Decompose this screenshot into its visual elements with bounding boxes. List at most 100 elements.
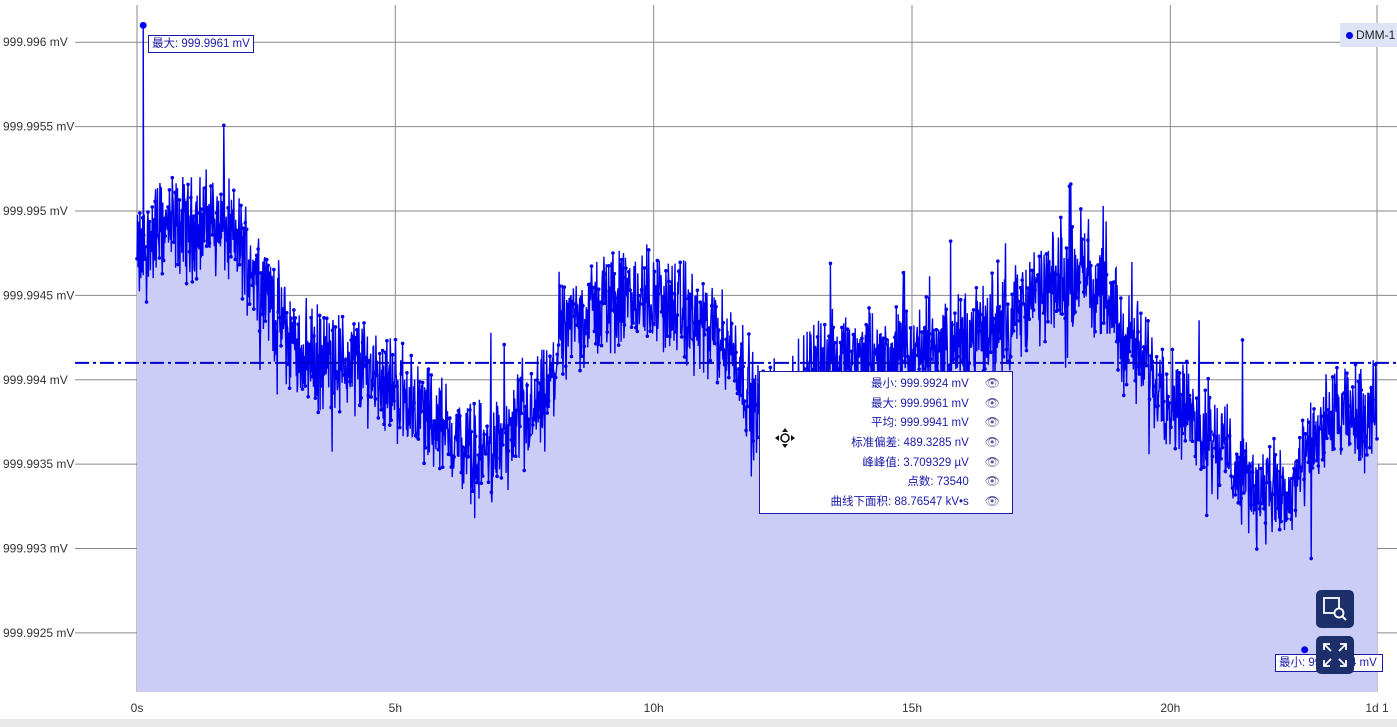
data-point — [329, 405, 333, 410]
eye-icon[interactable]: 👁 — [985, 435, 1000, 449]
data-point — [296, 322, 301, 326]
data-point — [990, 271, 994, 275]
data-point — [506, 449, 511, 453]
eye-icon[interactable]: 👁 — [985, 396, 1000, 410]
data-point — [1028, 301, 1033, 305]
data-point — [136, 221, 141, 226]
data-point — [203, 186, 207, 190]
data-point — [1096, 263, 1100, 267]
data-point — [376, 416, 381, 420]
data-point — [1302, 477, 1306, 482]
data-point — [582, 344, 587, 349]
data-point — [177, 198, 182, 202]
data-point — [303, 384, 308, 388]
data-point — [166, 205, 170, 209]
data-point — [140, 216, 145, 220]
data-point — [739, 342, 744, 346]
data-point — [669, 327, 674, 331]
data-point — [548, 354, 552, 359]
data-point — [615, 304, 620, 308]
data-point — [409, 353, 414, 358]
statistics-panel[interactable]: 最小: 999.9924 mV 👁 最大: 999.9961 mV 👁 平均: … — [759, 371, 1013, 514]
data-point — [1224, 436, 1229, 441]
eye-icon[interactable]: 👁 — [985, 474, 1000, 488]
data-point — [396, 407, 401, 412]
data-point — [389, 418, 394, 422]
data-point — [211, 220, 216, 225]
data-point — [928, 357, 933, 361]
data-point — [717, 328, 721, 332]
eye-icon[interactable]: 👁 — [985, 455, 1000, 469]
data-point — [1070, 225, 1075, 229]
data-point — [412, 400, 416, 405]
data-point — [1212, 432, 1216, 437]
data-point — [408, 412, 412, 417]
data-point — [1193, 454, 1198, 459]
data-point — [1043, 339, 1047, 344]
data-point — [691, 337, 695, 342]
legend[interactable]: DMM-1 — [1340, 23, 1397, 47]
data-point — [1089, 263, 1093, 268]
eye-icon[interactable]: 👁 — [985, 415, 1000, 429]
chart-canvas[interactable]: 999.996 mV 999.9955 mV 999.995 mV 999.9945 … — [0, 0, 1397, 727]
data-point — [1103, 305, 1107, 309]
data-point — [675, 313, 680, 317]
x-tick-label: 10h — [644, 701, 664, 715]
data-point — [290, 321, 295, 326]
data-point — [465, 436, 469, 441]
data-point — [1300, 418, 1305, 423]
data-point — [1183, 439, 1188, 443]
data-point — [1333, 384, 1338, 388]
data-point — [1267, 444, 1272, 449]
data-point — [642, 266, 647, 270]
stat-peak-to-peak-label: 峰峰值: 3.709329 µV — [862, 457, 969, 469]
data-point — [1233, 493, 1238, 497]
data-point — [656, 292, 661, 296]
data-point — [415, 432, 419, 436]
zoom-box-button[interactable] — [1316, 590, 1354, 628]
data-point — [508, 417, 512, 422]
data-point — [423, 446, 428, 450]
data-point — [1197, 437, 1202, 442]
move-icon[interactable] — [774, 427, 796, 449]
data-point — [429, 373, 434, 377]
data-point — [541, 411, 545, 415]
data-point — [1116, 368, 1120, 372]
data-point — [705, 328, 710, 332]
eye-icon[interactable]: 👁 — [985, 494, 1000, 508]
data-point — [304, 366, 309, 371]
data-point — [257, 329, 262, 333]
data-point — [400, 341, 405, 346]
data-point — [149, 231, 153, 235]
data-point — [503, 430, 508, 435]
data-point — [1182, 423, 1186, 428]
data-point — [250, 283, 255, 288]
y-tick-label: 999.9955 mV — [3, 120, 74, 134]
data-point — [1220, 445, 1225, 450]
data-point — [689, 305, 694, 310]
data-point — [273, 321, 278, 326]
data-point — [857, 345, 861, 349]
fullscreen-button[interactable] — [1316, 636, 1354, 674]
data-point — [659, 310, 664, 314]
x-tick-label: 1d 1 — [1365, 701, 1389, 715]
data-point — [1326, 407, 1331, 412]
data-point — [684, 296, 688, 301]
data-point — [272, 267, 276, 272]
data-point — [895, 361, 900, 365]
data-point — [1253, 507, 1258, 512]
data-point — [1322, 450, 1326, 455]
data-point — [1316, 464, 1321, 468]
data-point — [578, 368, 582, 373]
data-point — [1064, 246, 1069, 250]
data-point — [569, 354, 574, 359]
data-point — [1342, 391, 1346, 395]
data-point — [483, 452, 488, 456]
data-point — [470, 489, 475, 494]
data-point — [1226, 462, 1230, 466]
data-point — [914, 343, 919, 348]
data-point — [363, 363, 368, 368]
eye-icon[interactable]: 👁 — [985, 376, 1000, 390]
data-point — [595, 319, 600, 324]
data-point — [851, 332, 856, 337]
